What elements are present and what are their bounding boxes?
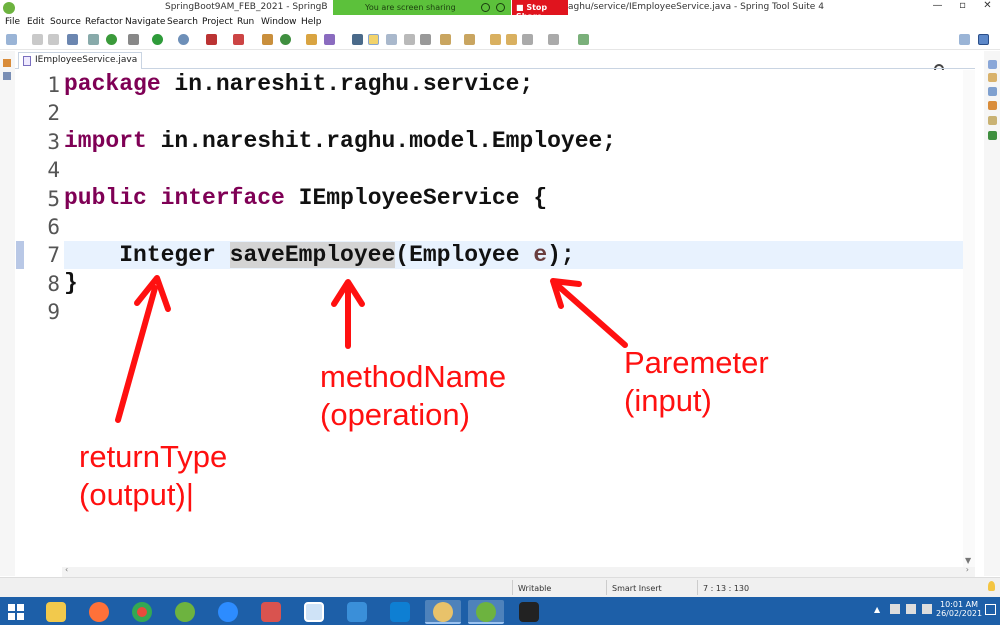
notifications-icon[interactable] (985, 604, 996, 615)
paint-icon[interactable] (253, 600, 289, 624)
arrow-to-parameter (550, 278, 628, 348)
parameter-annotation: Paremeter (input) (624, 345, 769, 418)
insert-mode-status: Smart Insert (612, 584, 662, 593)
firefox-icon[interactable] (81, 600, 117, 624)
mypaint-icon[interactable] (511, 600, 547, 624)
zoom-icon[interactable] (210, 600, 246, 624)
volume-icon[interactable] (906, 604, 916, 614)
clock-date: 26/02/2021 (936, 609, 983, 618)
method-name-annotation: methodName (operation) (320, 359, 507, 432)
search-app-icon[interactable] (296, 600, 332, 624)
return-type-annotation: returnType (output)| (79, 439, 228, 512)
status-divider (697, 580, 698, 595)
windows-taskbar: ▲ 10:01 AM 26/02/2021 (0, 597, 1000, 625)
lightbulb-icon[interactable] (988, 581, 995, 591)
annotation-arrows (115, 275, 628, 423)
status-bar: Writable Smart Insert 7 : 13 : 130 (0, 577, 1000, 597)
chrome-icon[interactable] (124, 600, 160, 624)
status-divider (606, 580, 607, 595)
paint-palette-icon[interactable] (425, 600, 461, 624)
tray-overflow-icon[interactable]: ▲ (874, 605, 880, 614)
spring-tool-suite-icon[interactable] (167, 600, 203, 624)
arrow-app-icon[interactable] (339, 600, 375, 624)
writable-status: Writable (518, 584, 552, 593)
language-icon[interactable] (922, 604, 932, 614)
cursor-position: 7 : 13 : 130 (703, 584, 750, 593)
spring-tool-suite-active-icon[interactable] (468, 600, 504, 624)
clock[interactable]: 10:01 AM 26/02/2021 (936, 600, 982, 618)
network-icon[interactable] (890, 604, 900, 614)
file-explorer-icon[interactable] (38, 600, 74, 624)
arrow-to-method-name (331, 279, 365, 349)
arrow-to-return-type (115, 275, 171, 423)
vscode-icon[interactable] (382, 600, 418, 624)
status-divider (512, 580, 513, 595)
clock-time: 10:01 AM (940, 600, 978, 609)
windows-start-icon[interactable] (8, 604, 24, 620)
